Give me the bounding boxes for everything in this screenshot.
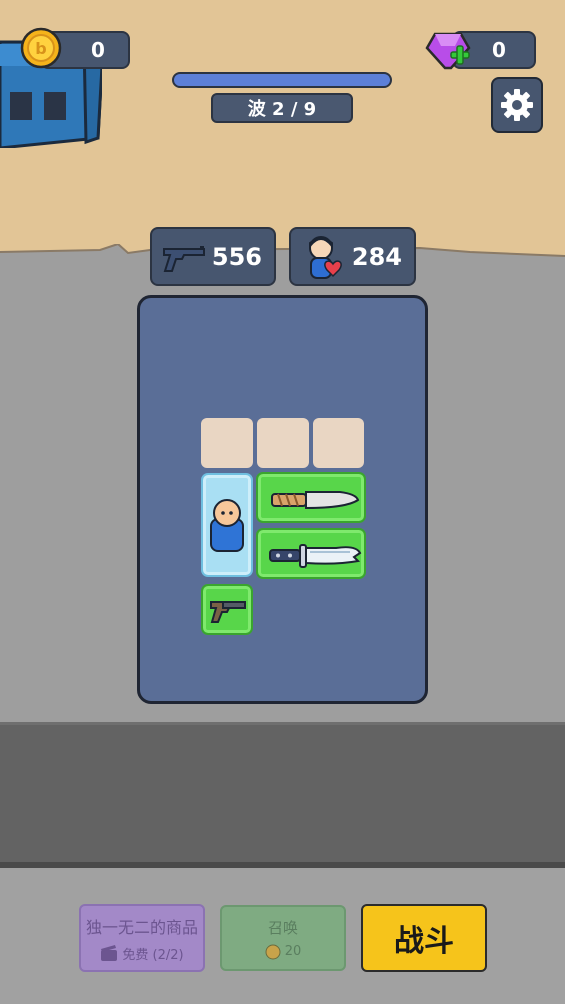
- summon-label: 召唤: [267, 918, 298, 937]
- wave-progress-bar: [172, 72, 392, 88]
- battle-button[interactable]: 战斗: [361, 904, 487, 972]
- hunting-knife-icon: [269, 544, 362, 568]
- summon-cost: 20: [265, 944, 302, 960]
- shop-sub: 免费 (2/2): [100, 944, 184, 963]
- attack-stat: 556: [150, 227, 276, 286]
- gem-plus-icon[interactable]: [425, 28, 471, 72]
- svg-text:b: b: [35, 39, 46, 58]
- shop-label: 独一无二的商品: [85, 917, 198, 937]
- battle-label: 战斗: [394, 924, 454, 959]
- health-stat: 284: [289, 227, 416, 286]
- hero-heart-icon: [309, 236, 342, 279]
- pistol-item[interactable]: [201, 584, 253, 635]
- hero-tile[interactable]: [201, 473, 253, 577]
- summon-cost-value: 20: [284, 944, 302, 959]
- wooden-knife-item[interactable]: [256, 472, 366, 523]
- wave-label: 波 2 / 9: [211, 93, 353, 123]
- pistol-icon: [210, 601, 246, 623]
- gear-icon: [501, 89, 533, 121]
- wooden-knife-icon: [271, 491, 360, 510]
- gold-coin-icon: b: [20, 27, 62, 69]
- storage-area[interactable]: [0, 722, 565, 867]
- hunting-knife-item[interactable]: [256, 528, 366, 579]
- empty-slot[interactable]: [201, 418, 253, 468]
- unique-shop-button[interactable]: 独一无二的商品 免费 (2/2): [79, 904, 205, 972]
- gem-amount: 0: [492, 38, 506, 62]
- empty-slot[interactable]: [257, 418, 309, 468]
- gold-amount: 0: [91, 38, 105, 62]
- settings-button[interactable]: [491, 77, 543, 133]
- hero-icon: [210, 499, 244, 552]
- summon-button[interactable]: 召唤 20: [220, 905, 346, 971]
- clapper-icon: [101, 945, 118, 961]
- pistol-icon: [163, 246, 205, 272]
- attack-value: 556: [211, 242, 262, 271]
- health-value: 284: [351, 242, 402, 271]
- empty-slot[interactable]: [313, 418, 364, 468]
- gold-coin-icon: [265, 944, 281, 959]
- shop-free-count: 免费 (2/2): [122, 947, 184, 963]
